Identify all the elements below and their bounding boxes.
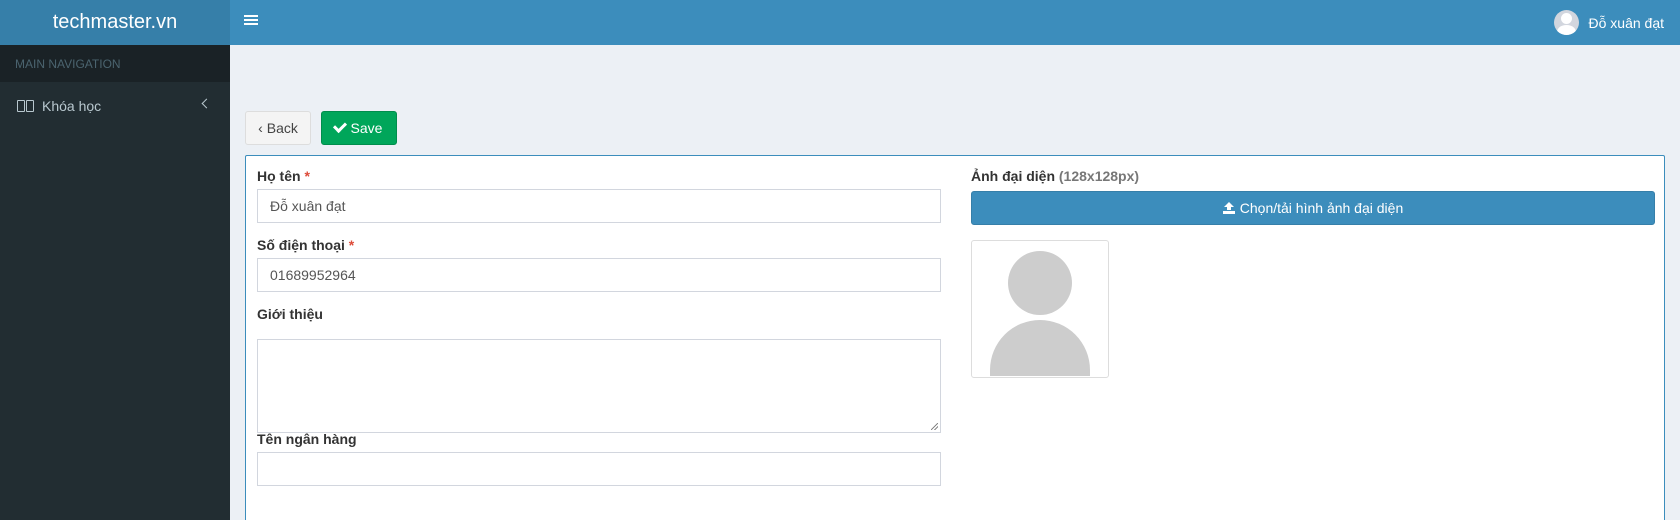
save-button[interactable]: Save <box>321 111 397 145</box>
name-input[interactable]: Đỗ xuân đạt <box>257 189 941 223</box>
user-avatar-icon <box>1553 10 1579 35</box>
sidebar: MAIN NAVIGATION Khóa học <box>0 45 230 520</box>
phone-label: Số điện thoại * <box>257 237 355 253</box>
avatar-size-hint: (128x128px) <box>1058 168 1140 184</box>
chevron-left-icon: ‹ <box>258 120 263 136</box>
check-icon <box>332 118 347 134</box>
top-header: techmaster.vn Đỗ xuân đạt <box>0 0 1680 45</box>
phone-input[interactable]: 01689952964 <box>257 258 941 292</box>
avatar-label: Ảnh đại diện (128x128px) <box>971 168 1140 184</box>
upload-avatar-button[interactable]: Chọn/tải hình ảnh đại diện <box>971 191 1655 225</box>
required-mark: * <box>348 237 355 253</box>
back-label: Back <box>266 120 298 136</box>
app-logo[interactable]: techmaster.vn <box>0 0 230 45</box>
book-icon <box>17 100 34 112</box>
user-name: Đỗ xuân đạt <box>1588 14 1665 31</box>
sidebar-section-title: MAIN NAVIGATION <box>0 45 230 82</box>
upload-label: Chọn/tải hình ảnh đại diện <box>1239 200 1404 216</box>
bank-label: Tên ngân hàng <box>257 431 357 447</box>
user-menu[interactable]: Đỗ xuân đạt <box>1553 0 1665 45</box>
intro-label: Giới thiệu <box>257 306 323 322</box>
avatar-preview <box>971 240 1109 378</box>
upload-icon <box>1222 202 1235 214</box>
bank-input[interactable] <box>257 452 941 486</box>
sidebar-toggle-icon[interactable] <box>244 13 258 27</box>
sidebar-item-label: Khóa học <box>42 98 102 114</box>
avatar-placeholder-icon <box>1008 251 1072 315</box>
save-label: Save <box>350 120 383 136</box>
required-mark: * <box>304 168 310 184</box>
intro-textarea[interactable] <box>257 339 941 433</box>
resize-grip-icon[interactable] <box>931 423 938 430</box>
back-button[interactable]: ‹ Back <box>245 111 311 145</box>
form-box: Họ tên * Đỗ xuân đạt Số điện thoại * 016… <box>245 155 1665 520</box>
name-label: Họ tên * <box>257 168 310 184</box>
sidebar-item-khoa-hoc[interactable]: Khóa học <box>0 82 230 130</box>
chevron-left-icon <box>201 98 212 109</box>
